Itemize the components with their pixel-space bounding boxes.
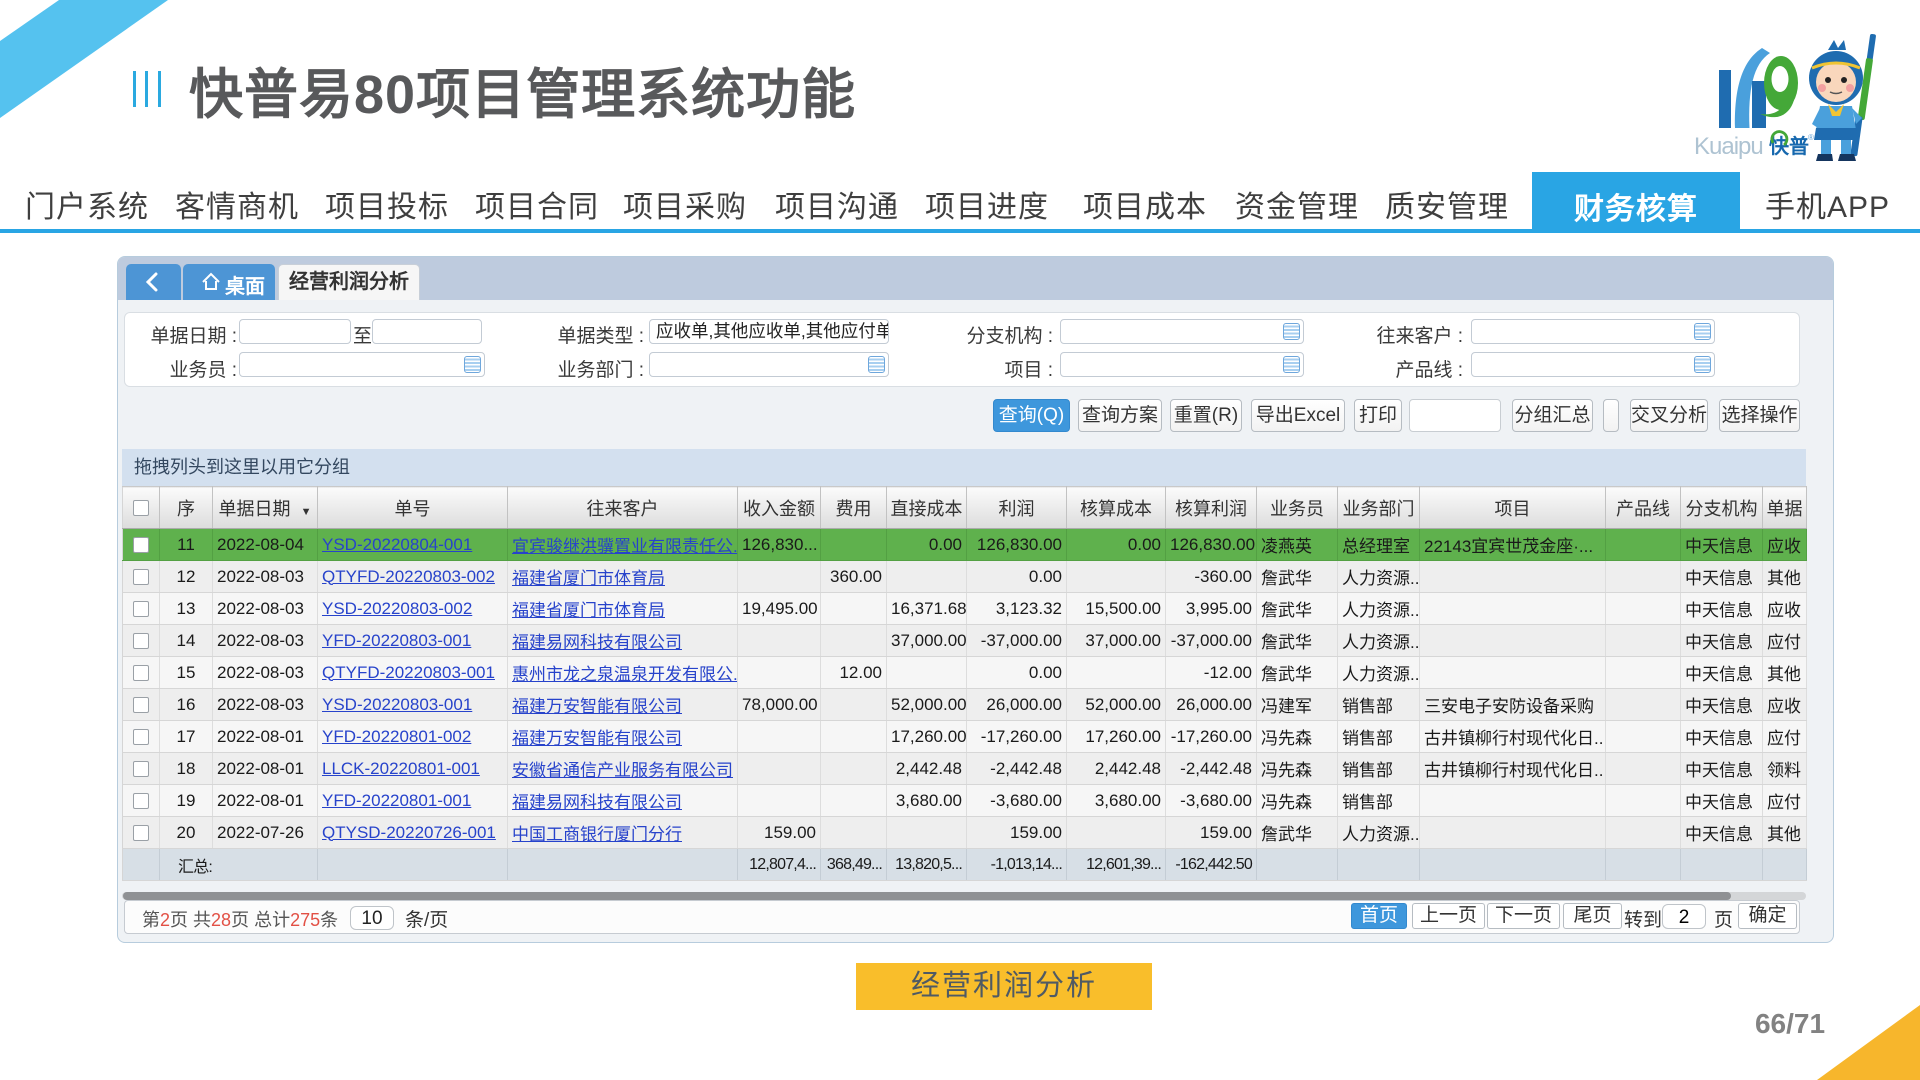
svg-text:®: ® xyxy=(1808,133,1814,142)
svg-text:快普: 快普 xyxy=(1769,134,1809,158)
svg-text:Kuaipu: Kuaipu xyxy=(1694,133,1763,160)
